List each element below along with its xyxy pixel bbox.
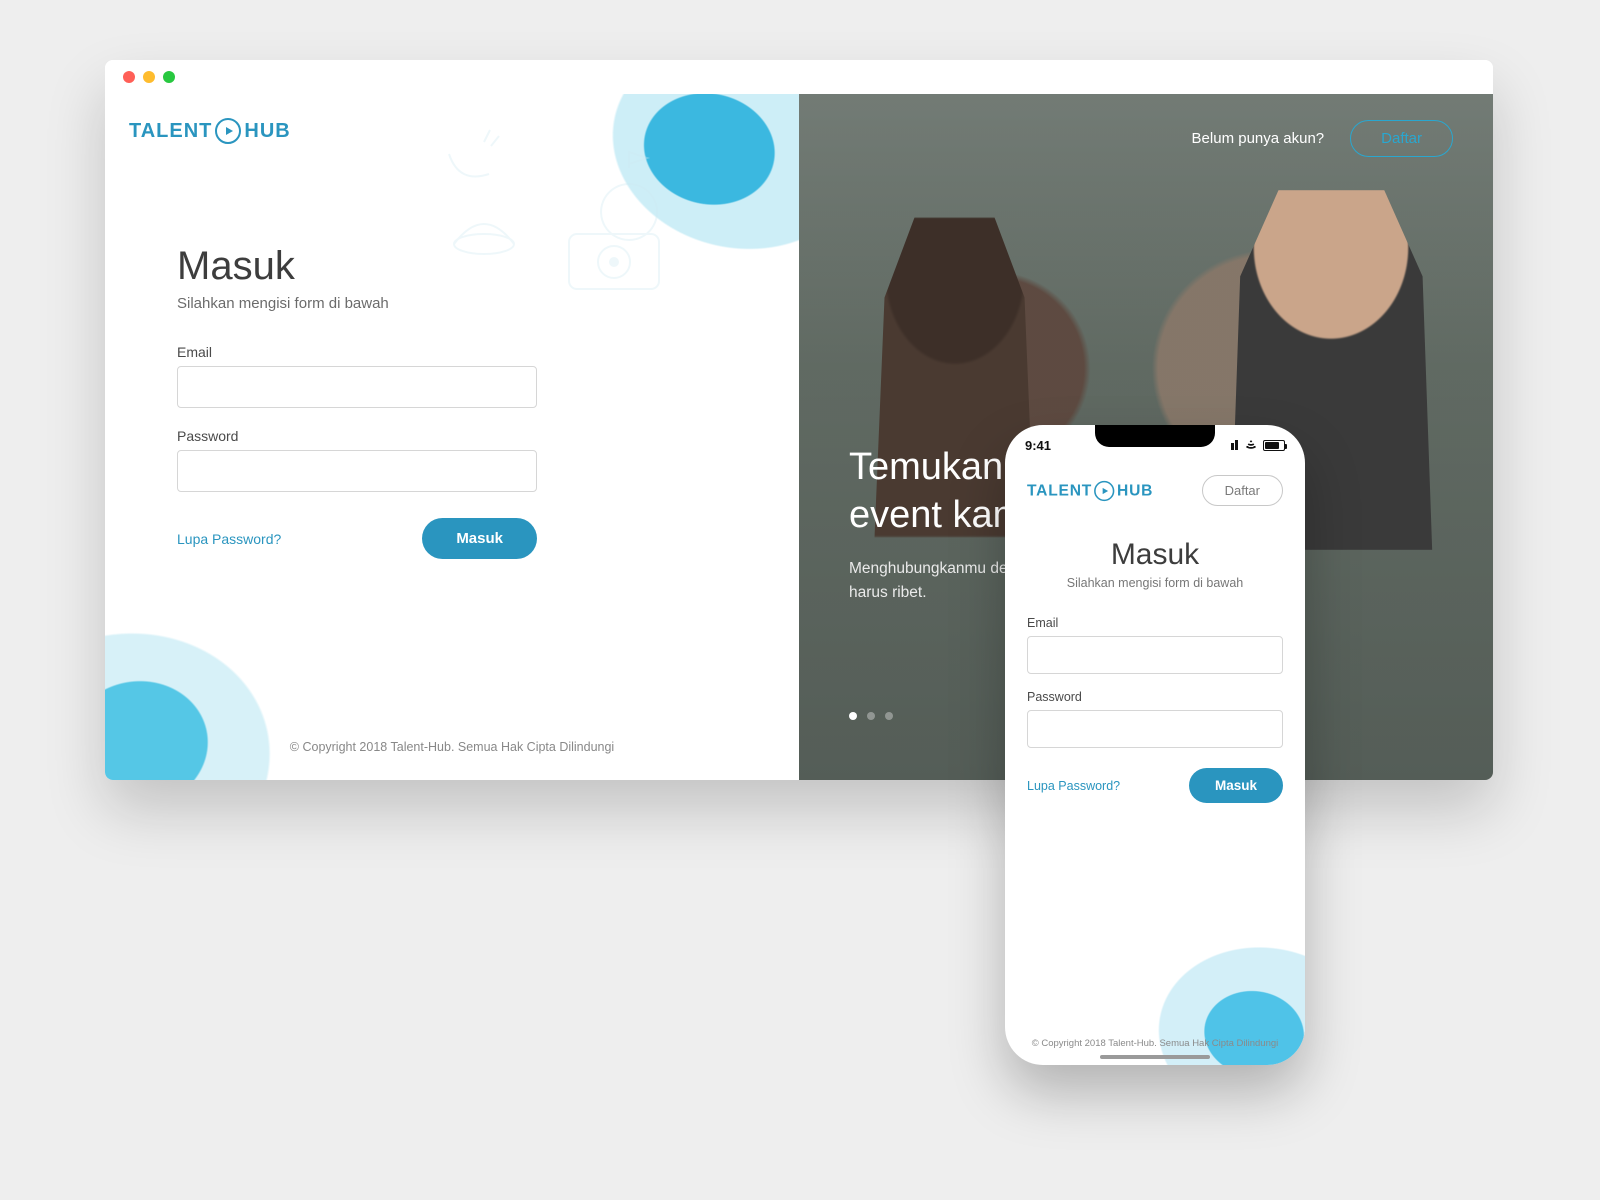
status-time: 9:41: [1025, 438, 1051, 453]
password-input-mobile[interactable]: [1027, 710, 1283, 748]
browser-titlebar: [105, 60, 1493, 94]
password-label: Password: [177, 428, 577, 444]
home-indicator[interactable]: [1100, 1055, 1210, 1059]
email-label-mobile: Email: [1027, 616, 1283, 630]
carousel-dot-2[interactable]: [867, 712, 875, 720]
signup-button[interactable]: Daftar: [1350, 120, 1453, 157]
password-input[interactable]: [177, 450, 537, 492]
signup-prompt: Belum punya akun?: [1192, 130, 1325, 147]
carousel-dot-3[interactable]: [885, 712, 893, 720]
decor-blob-top-right: [579, 94, 799, 281]
play-ring-icon: [215, 118, 241, 144]
login-title: Masuk: [177, 244, 577, 289]
email-input[interactable]: [177, 366, 537, 408]
email-label: Email: [177, 344, 577, 360]
brand-text-1: TALENT: [129, 120, 212, 143]
login-submit-button-mobile[interactable]: Masuk: [1189, 768, 1283, 803]
window-close-icon[interactable]: [123, 71, 135, 83]
forgot-password-link[interactable]: Lupa Password?: [177, 531, 281, 547]
brand-text-2: HUB: [244, 120, 290, 143]
login-title-mobile: Masuk: [1027, 538, 1283, 572]
login-pane: TALENT HUB Masuk Silahkan mengisi form d…: [105, 94, 799, 780]
brand-logo[interactable]: TALENT HUB: [129, 118, 291, 144]
phone-mock: 9:41 TALENT HUB Daftar Masuk Silahkan me…: [1005, 425, 1305, 1065]
login-submit-button[interactable]: Masuk: [422, 518, 537, 559]
copyright-text: © Copyright 2018 Talent-Hub. Semua Hak C…: [105, 740, 799, 754]
signup-cta-group: Belum punya akun? Daftar: [1192, 120, 1453, 157]
window-minimize-icon[interactable]: [143, 71, 155, 83]
phone-notch: [1080, 425, 1230, 451]
carousel-dot-1[interactable]: [849, 712, 857, 720]
login-form: Masuk Silahkan mengisi form di bawah Ema…: [177, 244, 577, 559]
password-label-mobile: Password: [1027, 690, 1283, 704]
wifi-icon: [1244, 440, 1258, 450]
brand-logo-mobile[interactable]: TALENT HUB: [1027, 480, 1153, 500]
email-input-mobile[interactable]: [1027, 636, 1283, 674]
login-subtitle: Silahkan mengisi form di bawah: [177, 295, 577, 312]
login-subtitle-mobile: Silahkan mengisi form di bawah: [1027, 576, 1283, 590]
battery-icon: [1263, 440, 1285, 451]
carousel-dots: [849, 712, 893, 720]
play-ring-icon: [1094, 480, 1114, 500]
forgot-password-link-mobile[interactable]: Lupa Password?: [1027, 779, 1120, 793]
signup-button-mobile[interactable]: Daftar: [1202, 475, 1283, 506]
window-zoom-icon[interactable]: [163, 71, 175, 83]
copyright-text-mobile: © Copyright 2018 Talent-Hub. Semua Hak C…: [1005, 1038, 1305, 1049]
